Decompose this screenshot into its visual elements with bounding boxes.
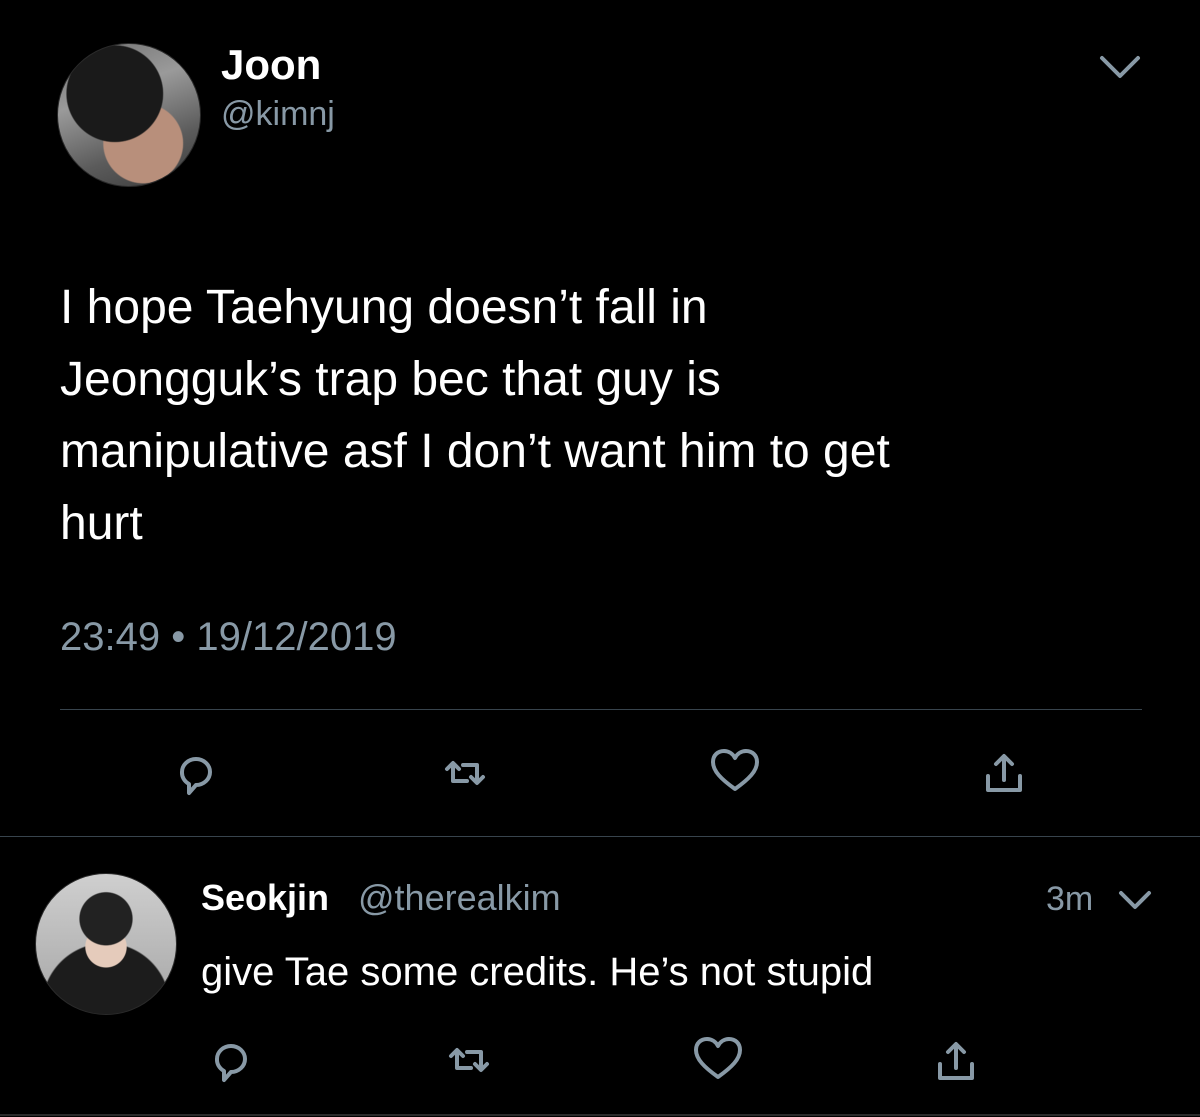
tweet-text: I hope Taehyung doesn’t fall in Jeongguk… [60, 281, 890, 550]
author-handle[interactable]: @kimnj [221, 93, 335, 135]
chevron-down-icon[interactable] [1098, 52, 1142, 82]
reply-author-display-name[interactable]: Seokjin [201, 875, 329, 921]
reply-icon[interactable] [203, 1032, 259, 1088]
reply-author-avatar[interactable] [35, 873, 177, 1015]
reply-text: give Tae some credits. He’s not stupid [201, 950, 874, 994]
tweet-time: 23:49 [60, 615, 161, 659]
chevron-down-icon[interactable] [1117, 888, 1153, 912]
tweet-timestamp: 23:49 • 19/12/2019 [60, 612, 397, 662]
author-avatar[interactable] [57, 43, 201, 187]
tweet-date: 19/12/2019 [196, 615, 397, 659]
divider [60, 709, 1142, 710]
timestamp-separator: • [171, 615, 186, 659]
like-icon[interactable] [690, 1031, 746, 1087]
divider [0, 1114, 1200, 1116]
reply-icon[interactable] [168, 745, 224, 801]
retweet-icon[interactable] [441, 1032, 497, 1088]
reply-time-ago: 3m [1046, 880, 1094, 918]
author-display-name[interactable]: Joon [221, 40, 321, 90]
share-icon[interactable] [976, 744, 1032, 800]
divider [0, 836, 1200, 837]
reply-author-handle[interactable]: @therealkim [358, 875, 561, 921]
retweet-icon[interactable] [437, 745, 493, 801]
like-icon[interactable] [707, 743, 763, 799]
share-icon[interactable] [928, 1032, 984, 1088]
